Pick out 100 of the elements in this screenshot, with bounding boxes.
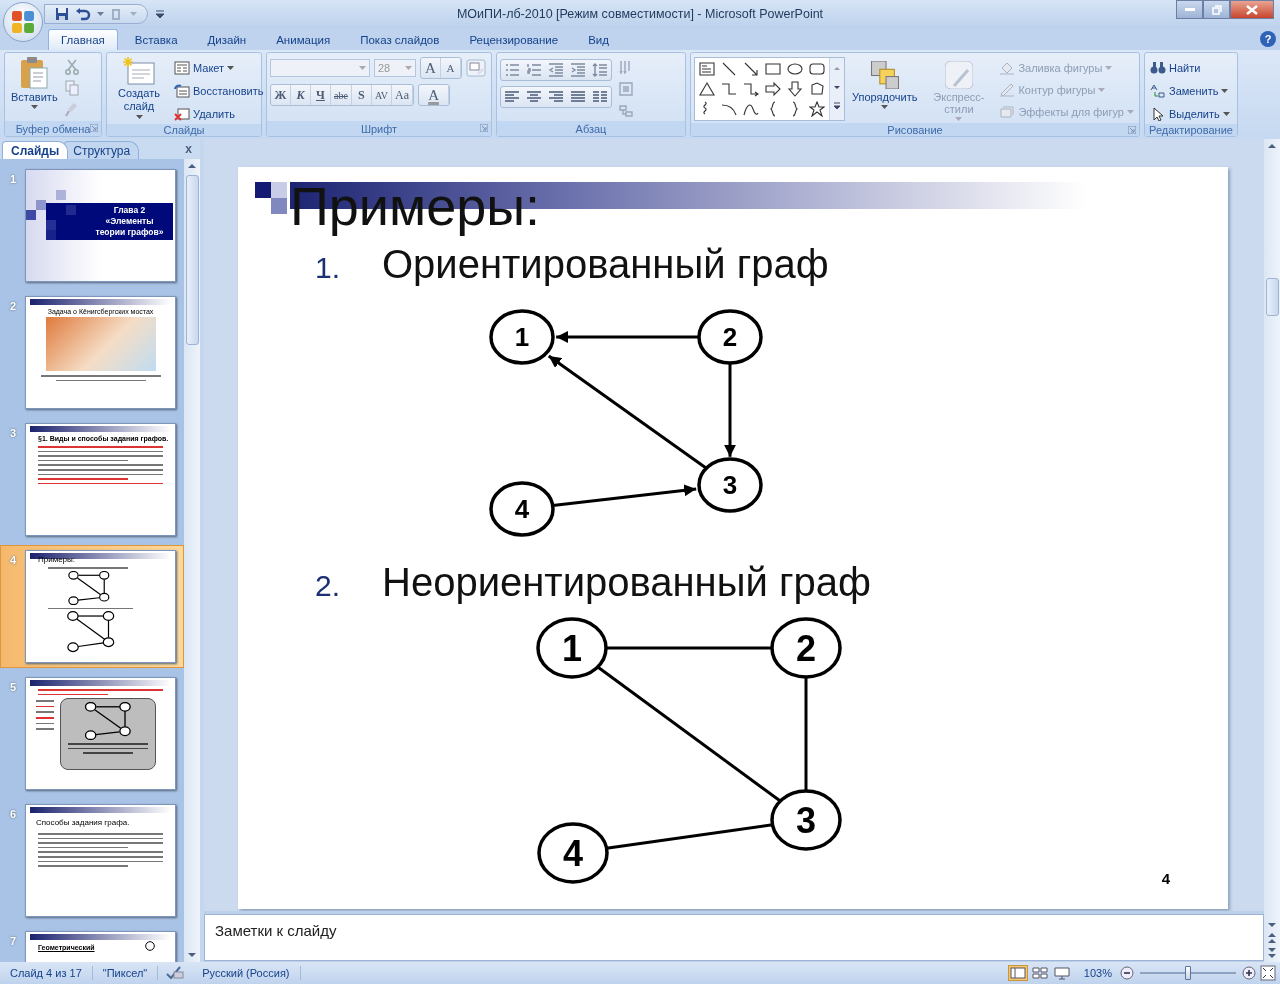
font-style-button[interactable]: AV (371, 85, 393, 105)
pentagon-icon[interactable] (809, 81, 825, 97)
close-button[interactable] (1230, 0, 1274, 19)
slide-thumbnail[interactable]: Глава 2 «Элементы теории графов» (25, 169, 176, 282)
elbow-arrow-icon[interactable] (743, 81, 759, 97)
office-logo (12, 11, 34, 33)
list-item-text: Ориентированный граф (382, 241, 829, 287)
delete-button[interactable]: Удалить (172, 103, 266, 124)
line-spacing-icon[interactable] (592, 62, 608, 78)
zoom-slider-thumb[interactable] (1185, 966, 1191, 980)
ribbon-tab[interactable]: Показ слайдов (347, 29, 453, 50)
replace-button[interactable]: Заменить (1148, 80, 1232, 101)
scrollbar-thumb[interactable] (1265, 278, 1279, 316)
scroll-up-icon[interactable] (1267, 142, 1277, 150)
slide-show-icon[interactable] (1051, 965, 1072, 981)
arrow-line-icon[interactable] (743, 61, 759, 77)
triangle-icon[interactable] (699, 81, 715, 97)
shrink-font-button[interactable]: A (441, 58, 461, 78)
font-color-button[interactable]: A (419, 85, 450, 105)
new-slide-button[interactable]: Создать слайд (110, 55, 168, 121)
thumbnail-row[interactable]: 6 Способы задания графа. (0, 799, 184, 922)
dialog-launcher-icon[interactable] (1128, 126, 1136, 134)
notes-field[interactable]: Заметки к слайду (204, 914, 1264, 961)
minimize-button[interactable] (1176, 0, 1203, 19)
star-icon[interactable] (809, 101, 825, 117)
ribbon-tab[interactable]: Вид (575, 29, 622, 50)
arc-icon[interactable] (721, 101, 737, 117)
save-icon[interactable] (55, 7, 69, 21)
ribbon-tab[interactable]: Рецензирование (456, 29, 572, 50)
font-style-button[interactable]: К (291, 85, 311, 105)
numbering-icon[interactable] (526, 62, 542, 78)
slide-sorter-icon[interactable] (1029, 965, 1050, 981)
down-arrow-icon[interactable] (787, 81, 803, 97)
justify-icon[interactable] (570, 89, 586, 105)
scrollbar[interactable] (1264, 139, 1280, 962)
undo-icon[interactable] (75, 7, 91, 21)
dialog-launcher-icon[interactable] (90, 124, 98, 132)
thumbnail-title-line: теории графов» (95, 227, 164, 238)
curve-icon[interactable] (743, 101, 759, 117)
help-button[interactable]: ? (1260, 31, 1276, 47)
graph-drawing (66, 570, 112, 605)
caret-icon[interactable] (97, 11, 104, 17)
right-arrow-icon[interactable] (765, 81, 781, 97)
line-icon[interactable] (721, 61, 737, 77)
shape-fill-icon (999, 60, 1016, 75)
find-button[interactable]: Найти (1148, 57, 1232, 78)
scrollbar[interactable] (184, 159, 200, 962)
ribbon-tab[interactable]: Дизайн (194, 29, 260, 50)
restore-button[interactable] (1203, 0, 1230, 19)
ribbon-tab[interactable]: Главная (48, 29, 118, 50)
dialog-launcher-icon[interactable] (480, 124, 488, 132)
select-button[interactable]: Выделить (1148, 103, 1232, 124)
grow-font-button[interactable]: A (421, 58, 441, 78)
zoom-level[interactable]: 103% (1083, 967, 1112, 979)
slide-thumbnail[interactable]: Способы задания графа. (25, 804, 176, 917)
shapes-gallery[interactable] (694, 57, 845, 121)
font-name-field[interactable] (270, 59, 370, 77)
list-item-text: Неориентированный граф (382, 559, 871, 605)
zoom-out-icon[interactable] (1120, 966, 1134, 980)
pane-tab[interactable]: Слайды (2, 141, 69, 159)
decrease-indent-icon[interactable] (548, 62, 564, 78)
layout-icon (174, 60, 190, 75)
previous-slide-icon[interactable] (1267, 932, 1277, 944)
scrollbar-thumb[interactable] (185, 175, 199, 345)
font-style-button[interactable]: abe (331, 85, 352, 105)
scroll-down-icon[interactable] (1267, 921, 1277, 929)
font-style-button[interactable]: S (351, 85, 372, 105)
customize-toolbar-icon[interactable] (156, 10, 164, 18)
bullets-icon[interactable] (504, 62, 520, 78)
scroll-up-icon[interactable] (187, 162, 197, 170)
caret-icon (135, 115, 143, 119)
font-style-button[interactable]: Aa (392, 85, 414, 105)
paste-button[interactable]: Вставить (8, 55, 61, 111)
spelling-check-icon[interactable] (166, 966, 185, 980)
fit-to-window-icon[interactable] (1260, 965, 1276, 981)
zoom-in-icon[interactable] (1242, 966, 1256, 980)
font-style-button[interactable]: Ч (311, 85, 331, 105)
align-center-icon[interactable] (526, 89, 542, 105)
close-pane-button[interactable]: x (177, 142, 200, 156)
quick-styles-icon (944, 61, 973, 89)
ribbon-tab[interactable]: Анимация (263, 29, 344, 50)
pane-tab[interactable]: Структура (64, 141, 140, 159)
columns-icon[interactable] (592, 89, 608, 105)
window-title: МОиПИ-лб-2010 [Режим совместимости] - Microsoft PowerPoint (456, 7, 824, 21)
align-right-icon[interactable] (548, 89, 564, 105)
increase-indent-icon[interactable] (570, 62, 586, 78)
ribbon-tab[interactable]: Вставка (121, 29, 191, 50)
normal-view-icon[interactable] (1007, 965, 1028, 981)
slide-thumbnail[interactable] (25, 677, 176, 790)
next-slide-icon[interactable] (1267, 947, 1277, 959)
thumbnail-row[interactable]: 1 Глава 2 «Элементы теории графов» (0, 164, 184, 287)
scroll-down-icon[interactable] (187, 951, 197, 959)
scissors-icon[interactable] (64, 59, 79, 75)
thumbnail-title-line: Глава 2 (113, 205, 146, 216)
font-style-button[interactable]: Ж (271, 85, 291, 105)
reset-button[interactable]: Восстановить (172, 80, 266, 101)
new-slide-icon (123, 57, 155, 85)
arrange-button[interactable]: Упорядочить (849, 59, 921, 111)
align-left-icon[interactable] (504, 89, 520, 105)
layout-button[interactable]: Макет (172, 57, 266, 78)
